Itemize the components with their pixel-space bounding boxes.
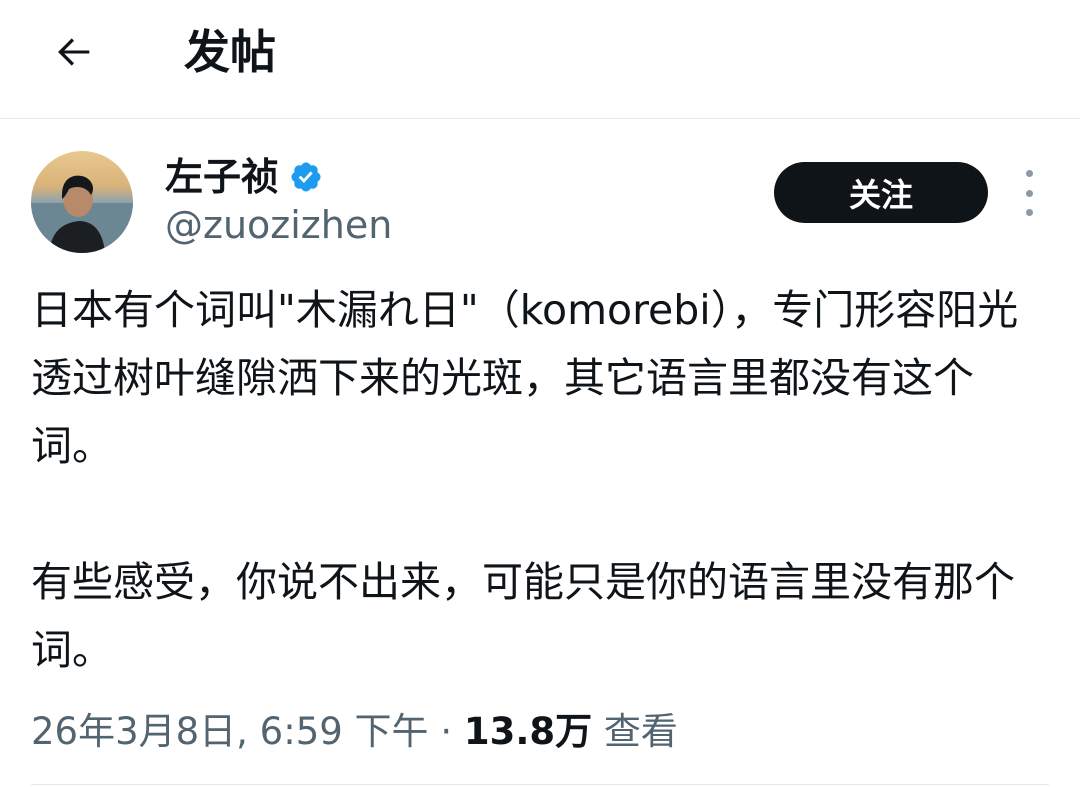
author-handle[interactable]: @zuozizhen xyxy=(165,200,392,250)
more-dots-icon xyxy=(1025,170,1033,177)
views-count: 13.8万 xyxy=(463,710,593,753)
views-label: 查看 xyxy=(603,710,678,753)
more-options-button[interactable] xyxy=(1014,170,1044,216)
verified-badge-icon xyxy=(289,160,323,194)
page-title: 发帖 xyxy=(184,25,276,79)
meta-separator: · xyxy=(440,710,453,753)
tweet-paragraph: 日本有个词叫"木漏れ日"（komorebi），专门形容阳光透过树叶缝隙洒下来的光… xyxy=(31,286,1019,470)
author-name-row: 左子祯 xyxy=(165,151,323,203)
top-bar: 发帖 xyxy=(0,0,1080,119)
divider xyxy=(31,784,1049,785)
tweet-body: 日本有个词叫"木漏れ日"（komorebi），专门形容阳光透过树叶缝隙洒下来的光… xyxy=(31,276,1046,684)
tweet-meta: 26年3月8日, 6:59 下午 · 13.8万 查看 xyxy=(31,706,678,758)
avatar[interactable] xyxy=(31,151,133,253)
author-display-name[interactable]: 左子祯 xyxy=(165,151,279,203)
back-button[interactable] xyxy=(46,24,102,80)
tweet-timestamp[interactable]: 26年3月8日, 6:59 下午 xyxy=(31,710,429,753)
arrow-left-icon xyxy=(58,38,90,66)
tweet-paragraph: 有些感受，你说不出来，可能只是你的语言里没有那个词。 xyxy=(31,558,1015,674)
follow-button[interactable]: 关注 xyxy=(774,162,988,223)
